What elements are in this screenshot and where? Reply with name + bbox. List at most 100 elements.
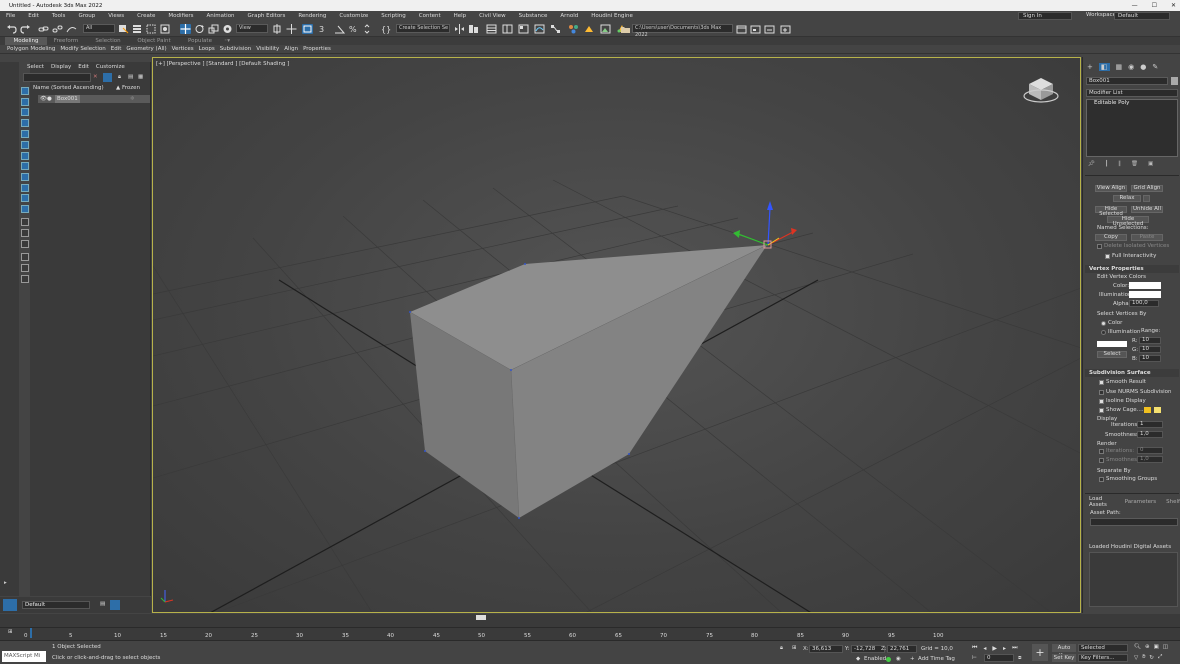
- time-slider-thumb[interactable]: [476, 615, 486, 620]
- link-icon[interactable]: [38, 24, 49, 34]
- expand-arrow-icon[interactable]: ▸: [4, 580, 7, 586]
- full-interactivity-checkbox[interactable]: [1105, 254, 1110, 259]
- menu-tools[interactable]: Tools: [52, 13, 66, 19]
- remove-modifier-icon[interactable]: 🗑︎: [1131, 161, 1138, 167]
- open-mini-curve-editor-icon[interactable]: ⊞: [8, 629, 13, 635]
- maximize-button[interactable]: ☐: [1152, 2, 1157, 9]
- hierarchy-tab-icon[interactable]: ▦: [1116, 63, 1123, 71]
- select-object-icon[interactable]: [118, 24, 129, 34]
- display-containers-icon[interactable]: [21, 194, 29, 202]
- scene-menu-display[interactable]: Display: [51, 64, 71, 70]
- angle-snap-icon[interactable]: [334, 24, 346, 34]
- menu-rendering[interactable]: Rendering: [298, 13, 326, 19]
- zoom-extents-all-icon[interactable]: ◫: [1163, 644, 1168, 650]
- next-frame-icon[interactable]: ▸: [1003, 645, 1006, 652]
- render-iterations-spinner[interactable]: 0: [1137, 447, 1163, 454]
- alpha-spinner[interactable]: 100,0: [1129, 300, 1159, 307]
- layer-icon[interactable]: [21, 275, 29, 283]
- modifier-list-dropdown[interactable]: Modifier List: [1086, 89, 1178, 97]
- smooth-result-checkbox[interactable]: [1099, 380, 1104, 385]
- pivot-center-icon[interactable]: [272, 24, 283, 34]
- minimize-button[interactable]: —: [1132, 2, 1138, 9]
- material-editor-icon[interactable]: [568, 24, 579, 34]
- named-selection-set-dropdown[interactable]: Create Selection Se: [396, 24, 450, 33]
- display-lights-icon[interactable]: [21, 119, 29, 127]
- display-none-icon[interactable]: [21, 87, 29, 95]
- render-smoothness-checkbox[interactable]: [1099, 458, 1104, 463]
- zoom-icon[interactable]: 🔍︎: [1134, 644, 1141, 650]
- vertex-properties-rollout[interactable]: Vertex Properties: [1085, 265, 1179, 273]
- edit-named-selection-icon[interactable]: {}: [380, 24, 391, 34]
- show-cage-checkbox[interactable]: [1099, 408, 1104, 413]
- adaptive-degradation-icon[interactable]: ◆: [856, 656, 860, 662]
- hide-unselected-button[interactable]: Hide Unselected: [1107, 216, 1149, 227]
- curve-editor-icon[interactable]: [534, 24, 545, 34]
- go-to-start-icon[interactable]: ⏮: [972, 644, 977, 652]
- scene-search-input[interactable]: [23, 73, 91, 82]
- create-tab-icon[interactable]: +: [1087, 63, 1093, 71]
- display-groups-icon[interactable]: [21, 162, 29, 170]
- pin-stack-icon[interactable]: 📌︎: [1088, 161, 1095, 167]
- motion-tab-icon[interactable]: ◉: [1128, 63, 1134, 71]
- auto-key-button[interactable]: Auto Key: [1052, 644, 1076, 659]
- viewport-scene[interactable]: [153, 58, 1081, 613]
- display-children-icon[interactable]: [21, 218, 29, 226]
- menu-scripting[interactable]: Scripting: [381, 13, 405, 19]
- maxscript-listener[interactable]: MAXScript Mi: [2, 651, 46, 662]
- render-setup-icon[interactable]: [584, 24, 595, 34]
- redo-icon[interactable]: [20, 24, 31, 34]
- window-crossing-icon[interactable]: [160, 24, 171, 34]
- display-xrefs-icon[interactable]: [21, 173, 29, 181]
- ribbon-geometry-all[interactable]: Geometry (All): [126, 46, 166, 52]
- range-b-spinner[interactable]: 10: [1139, 355, 1161, 362]
- tab-object-paint[interactable]: Object Paint: [134, 37, 174, 45]
- z-coordinate-field[interactable]: 22,761: [887, 645, 917, 653]
- selection-lock-icon[interactable]: ⊞: [792, 645, 797, 651]
- viewport-perspective[interactable]: [+] [Perspective ] [Standard ] [Default …: [152, 57, 1081, 613]
- spinner-snap-icon[interactable]: [362, 24, 373, 34]
- rectangular-selection-icon[interactable]: [146, 24, 157, 34]
- scene-column-header[interactable]: Name (Sorted Ascending) ▲ Frozen: [33, 85, 151, 92]
- menu-content[interactable]: Content: [419, 13, 441, 19]
- display-tab-icon[interactable]: ●: [1140, 63, 1146, 71]
- layer-properties-icon[interactable]: [110, 600, 120, 610]
- zoom-extents-icon[interactable]: ▣: [1154, 644, 1159, 650]
- selection-filter-dropdown[interactable]: All: [83, 24, 115, 33]
- range-r-spinner[interactable]: 10: [1139, 337, 1161, 344]
- column-frozen[interactable]: ▲ Frozen: [116, 85, 140, 92]
- menu-file[interactable]: File: [6, 13, 15, 19]
- cage-selection-color-swatch[interactable]: [1154, 407, 1161, 413]
- menu-group[interactable]: Group: [78, 13, 95, 19]
- select-color-swatch[interactable]: [1097, 341, 1127, 347]
- isoline-display-checkbox[interactable]: [1099, 399, 1104, 404]
- time-tag-plus-icon[interactable]: +: [910, 656, 915, 662]
- key-selection-dropdown[interactable]: Selected: [1078, 644, 1128, 652]
- current-frame-field[interactable]: 0: [984, 654, 1014, 662]
- select-manipulate-icon[interactable]: [286, 24, 297, 34]
- subdivision-surface-rollout[interactable]: Subdivision Surface: [1085, 369, 1179, 377]
- visibility-eye-icon[interactable]: 👁︎: [40, 95, 47, 103]
- y-coordinate-field[interactable]: -12,728: [851, 645, 885, 653]
- layer-explorer-icon[interactable]: [3, 599, 17, 611]
- menu-civil-view[interactable]: Civil View: [479, 13, 505, 19]
- select-and-rotate-icon[interactable]: [194, 24, 205, 34]
- menu-substance[interactable]: Substance: [519, 13, 548, 19]
- play-icon[interactable]: ▶: [992, 645, 997, 652]
- use-nurms-checkbox[interactable]: [1099, 390, 1104, 395]
- toggle-scene-explorer-icon[interactable]: [486, 24, 497, 34]
- relax-button[interactable]: Relax: [1113, 195, 1141, 202]
- select-button[interactable]: Select: [1097, 351, 1127, 358]
- tab-modeling[interactable]: Modeling: [5, 37, 47, 45]
- time-tag-icon[interactable]: ◉: [896, 656, 901, 662]
- ribbon-vertices[interactable]: Vertices: [172, 46, 194, 52]
- frozen-toggle-icon[interactable]: ❄: [130, 95, 135, 103]
- workspaces-dropdown[interactable]: Default: [1114, 12, 1170, 20]
- utilities-tab-icon[interactable]: ✎: [1152, 63, 1158, 71]
- go-to-end-icon[interactable]: ⏭: [1012, 644, 1017, 652]
- copy-button[interactable]: Copy: [1095, 234, 1127, 241]
- isolate-selection-icon[interactable]: 🔒︎: [780, 645, 783, 652]
- row-object-name[interactable]: Box001: [55, 95, 80, 103]
- loaded-assets-list[interactable]: [1089, 552, 1178, 607]
- sync-selection-icon[interactable]: [21, 253, 29, 261]
- display-shapes-icon[interactable]: [21, 108, 29, 116]
